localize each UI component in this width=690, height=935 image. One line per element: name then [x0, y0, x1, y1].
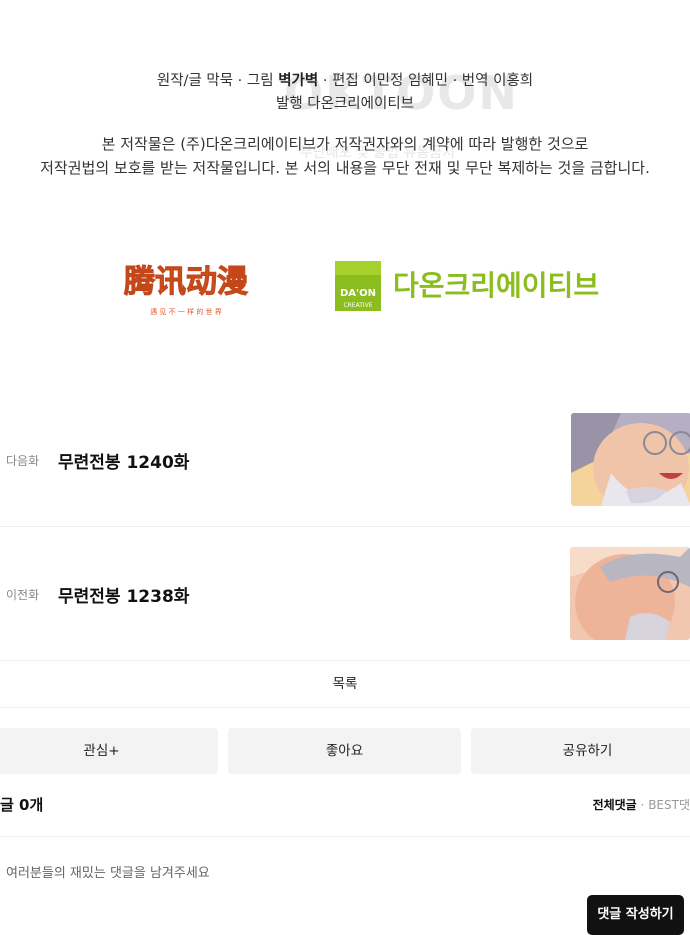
credits-artist: 벽가벽: [278, 73, 319, 89]
credits-line-1: 원작/글 막묵 · 그림 벽가벽 · 편집 이민정 임혜민 · 번역 이홍희: [156, 73, 534, 89]
daon-badge-top: DA'ON: [340, 288, 376, 299]
prev-episode-link[interactable]: 이전화 무련전봉 1238화: [0, 527, 690, 661]
copyright-notice: 본 저작물은 (주)다온크리에이티브가 저작권자와의 계약에 따라 발행한 것으…: [0, 132, 690, 180]
comment-tabs: 전체댓글 · BEST댓: [592, 798, 690, 812]
bookmark-button[interactable]: 관심+: [0, 728, 218, 774]
comment-count: 글 0개: [0, 796, 44, 814]
prev-episode-thumbnail: [570, 547, 690, 640]
next-episode-title: 무련전봉 1240화: [58, 453, 190, 473]
daon-creative-logo: DA'ON CREATIVE 다온크리에이티브: [335, 261, 599, 311]
next-episode-tag: 다음화: [6, 454, 40, 468]
tencent-logo-text: 腾讯动漫: [124, 264, 248, 300]
tab-all-comments[interactable]: 전체댓글: [593, 798, 637, 812]
tencent-logo-slogan: 遇 见 不 一 样 的 世 界: [150, 307, 222, 316]
write-comment-button[interactable]: 댓글 작성하기: [587, 895, 684, 935]
tab-best-comments[interactable]: BEST댓: [648, 798, 690, 812]
tencent-comics-logo: 腾讯动漫 遇 见 不 一 样 的 世 界: [124, 264, 249, 317]
next-episode-thumbnail: [571, 413, 690, 506]
prev-episode-title: 무련전봉 1238화: [58, 587, 190, 607]
credits-line-2: 발행 다온크리에이티브: [275, 96, 414, 112]
next-episode-link[interactable]: 다음화 무련전봉 1240화: [0, 393, 690, 527]
notice-line-1: 본 저작물은 (주)다온크리에이티브가 저작권자와의 계약에 따라 발행한 것으…: [101, 135, 589, 153]
prev-episode-tag: 이전화: [6, 588, 40, 602]
comment-placeholder[interactable]: 여러분들의 재밌는 댓글을 남겨주세요: [6, 862, 210, 881]
daon-logo-name: 다온크리에이티브: [393, 269, 599, 302]
daon-badge-bottom: CREATIVE: [343, 302, 372, 309]
credits: 원작/글 막묵 · 그림 벽가벽 · 편집 이민정 임혜민 · 번역 이홍희 발…: [0, 70, 690, 116]
like-button[interactable]: 좋아요: [228, 728, 461, 774]
comments-header: 글 0개 전체댓글 · BEST댓: [0, 792, 690, 837]
notice-line-2: 저작권법의 보호를 받는 저작물입니다. 본 서의 내용을 무단 전재 및 무단…: [40, 159, 650, 177]
list-button[interactable]: 목록: [0, 661, 690, 708]
share-button[interactable]: 공유하기: [471, 728, 690, 774]
